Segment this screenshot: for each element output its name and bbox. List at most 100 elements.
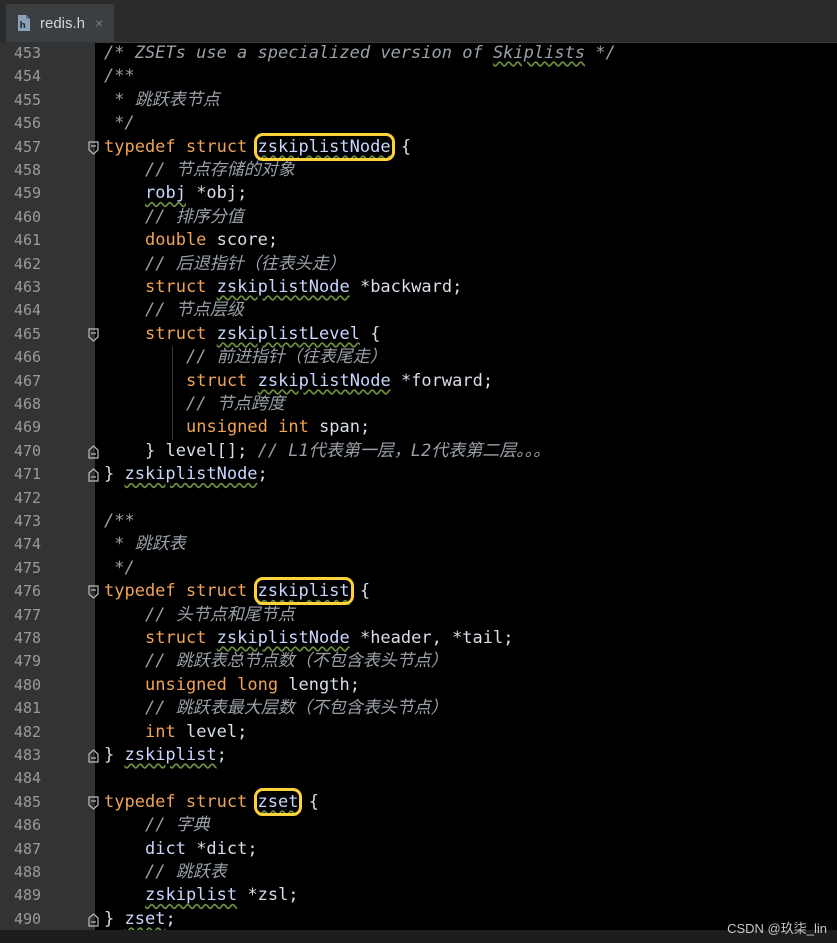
- line-number: 477: [14, 605, 42, 624]
- code-line[interactable]: 471} zskiplistNode;: [0, 463, 837, 486]
- code-line[interactable]: 453 /* ZSETs use a specialized version of…: [0, 42, 837, 65]
- line-number: 490: [14, 909, 42, 928]
- code-line[interactable]: 486 // 字典: [0, 814, 837, 837]
- code-token: zskiplistNode: [216, 628, 350, 648]
- code-line[interactable]: 481 // 跳跃表最大层数（不包含表头节点）: [0, 697, 837, 720]
- code-line[interactable]: 461 double score;: [0, 229, 837, 252]
- code-line[interactable]: 456 */: [0, 112, 837, 135]
- code-token: *header, *tail;: [349, 628, 514, 648]
- code-line[interactable]: 459 robj *obj;: [0, 182, 837, 205]
- code-line[interactable]: 483 } zskiplist;: [0, 744, 837, 767]
- line-number: 489: [14, 886, 42, 905]
- code-token: // L1代表第一层，L2代表第二层。。。: [257, 440, 551, 461]
- line-number: 463: [14, 278, 42, 296]
- line-number: 487: [14, 839, 42, 858]
- code-token: * 跳跃表: [104, 534, 186, 555]
- code-line[interactable]: 469 unsigned int span;: [0, 416, 837, 439]
- line-number: 483: [14, 746, 42, 764]
- code-line[interactable]: 472: [0, 487, 837, 510]
- code-line[interactable]: 485 typedef struct zset {: [0, 787, 837, 816]
- code-line[interactable]: 454 /**: [0, 65, 837, 88]
- code-text: struct zskiplistNode *forward;: [186, 370, 493, 393]
- code-token: }: [104, 745, 125, 765]
- code-line[interactable]: 484: [0, 767, 837, 790]
- code-token: {: [359, 323, 381, 344]
- code-text: } zskiplist;: [104, 744, 227, 767]
- fold-end-icon[interactable]: [88, 468, 99, 482]
- code-line[interactable]: 455 * 跳跃表节点: [0, 89, 837, 112]
- line-number: 453: [14, 44, 42, 62]
- line-number: 456: [14, 114, 42, 133]
- code-line[interactable]: 482 int level;: [0, 721, 837, 744]
- code-token: typedef struct: [104, 136, 258, 157]
- line-number: 467: [14, 371, 42, 390]
- code-token: zskiplistLevel: [216, 323, 360, 344]
- line-number: 468: [14, 395, 42, 413]
- code-line[interactable]: 490} zset;: [0, 908, 837, 931]
- line-number: 464: [14, 301, 42, 320]
- code-token: *zsl;: [237, 885, 299, 906]
- code-line[interactable]: 475 */: [0, 557, 837, 580]
- code-token: ;: [257, 464, 268, 485]
- code-line[interactable]: 462 // 后退指针（往表头走）: [0, 253, 837, 276]
- code-line[interactable]: 488 // 跳跃表: [0, 861, 837, 884]
- line-number: 470: [14, 441, 42, 460]
- fold-open-icon[interactable]: [88, 140, 99, 155]
- code-line[interactable]: 480 unsigned long length;: [0, 674, 837, 697]
- code-token: robj: [145, 183, 186, 204]
- code-token: // 节点层级: [145, 300, 244, 321]
- tab-redis-h[interactable]: h redis.h ×: [6, 4, 114, 42]
- fold-end-icon[interactable]: [88, 912, 99, 927]
- close-icon[interactable]: ×: [95, 15, 103, 31]
- fold-end-icon[interactable]: [88, 444, 99, 459]
- line-number: 457: [14, 137, 42, 156]
- code-line[interactable]: 474 * 跳跃表: [0, 533, 837, 556]
- line-number: 480: [14, 675, 42, 694]
- code-line[interactable]: 467 struct zskiplistNode *forward;: [0, 370, 837, 393]
- code-line[interactable]: 463 struct zskiplistNode *backward;: [0, 276, 837, 299]
- code-line[interactable]: 468 // 节点跨度: [0, 393, 837, 416]
- code-token: */: [104, 557, 135, 578]
- code-line[interactable]: 473 /**: [0, 510, 837, 533]
- code-token: // 节点存储的对象: [145, 160, 295, 180]
- code-token: length;: [288, 674, 360, 695]
- code-editor[interactable]: 453 /* ZSETs use a specialized version of…: [0, 42, 837, 930]
- code-line[interactable]: 479 // 跳跃表总节点数（不包含表头节点）: [0, 650, 837, 673]
- tab-filename: redis.h: [40, 14, 86, 32]
- code-token: int: [145, 721, 186, 742]
- code-text: unsigned int span;: [186, 416, 370, 439]
- code-line[interactable]: 477 // 头节点和尾节点: [0, 604, 837, 627]
- code-text: /**: [104, 510, 135, 533]
- fold-open-icon[interactable]: [88, 328, 99, 342]
- code-line[interactable]: 460 // 排序分值: [0, 206, 837, 229]
- code-line[interactable]: 487 dict *dict;: [0, 838, 837, 861]
- line-number: 481: [14, 699, 42, 718]
- line-number: 459: [14, 184, 42, 203]
- code-token: dict: [145, 838, 186, 859]
- code-line[interactable]: 465 struct zskiplistLevel {: [0, 323, 837, 346]
- code-token: */: [104, 113, 135, 134]
- line-number: 454: [14, 67, 42, 86]
- line-number: 476: [14, 582, 42, 601]
- code-token: *dict;: [185, 838, 258, 859]
- code-text: /* ZSETs use a specialized version of Sk…: [104, 42, 616, 65]
- code-line[interactable]: 470 } level[]; // L1代表第一层，L2代表第二层。。。: [0, 440, 837, 463]
- code-line[interactable]: 464 // 节点层级: [0, 299, 837, 322]
- code-text: } level[]; // L1代表第一层，L2代表第二层。。。: [145, 440, 550, 463]
- code-line[interactable]: 457 typedef struct zskiplistNode {: [0, 132, 837, 161]
- code-token: struct: [145, 277, 217, 297]
- code-line[interactable]: 458 // 节点存储的对象: [0, 159, 837, 182]
- code-token: zskiplist: [145, 885, 238, 906]
- code-text: typedef struct zset {: [104, 787, 319, 816]
- fold-open-icon[interactable]: [88, 796, 99, 810]
- code-text: // 头节点和尾节点: [145, 604, 295, 627]
- code-text: struct zskiplistLevel {: [145, 323, 380, 346]
- code-line[interactable]: 478 struct zskiplistNode *header, *tail;: [0, 627, 837, 650]
- fold-end-icon[interactable]: [88, 749, 99, 763]
- code-text: // 前进指针（往表尾走）: [186, 346, 387, 369]
- code-text: // 节点存储的对象: [145, 159, 295, 182]
- code-line[interactable]: 489 zskiplist *zsl;: [0, 884, 837, 907]
- code-line[interactable]: 476 typedef struct zskiplist {: [0, 577, 837, 606]
- code-line[interactable]: 466 // 前进指针（往表尾走）: [0, 346, 837, 369]
- fold-open-icon[interactable]: [88, 585, 99, 599]
